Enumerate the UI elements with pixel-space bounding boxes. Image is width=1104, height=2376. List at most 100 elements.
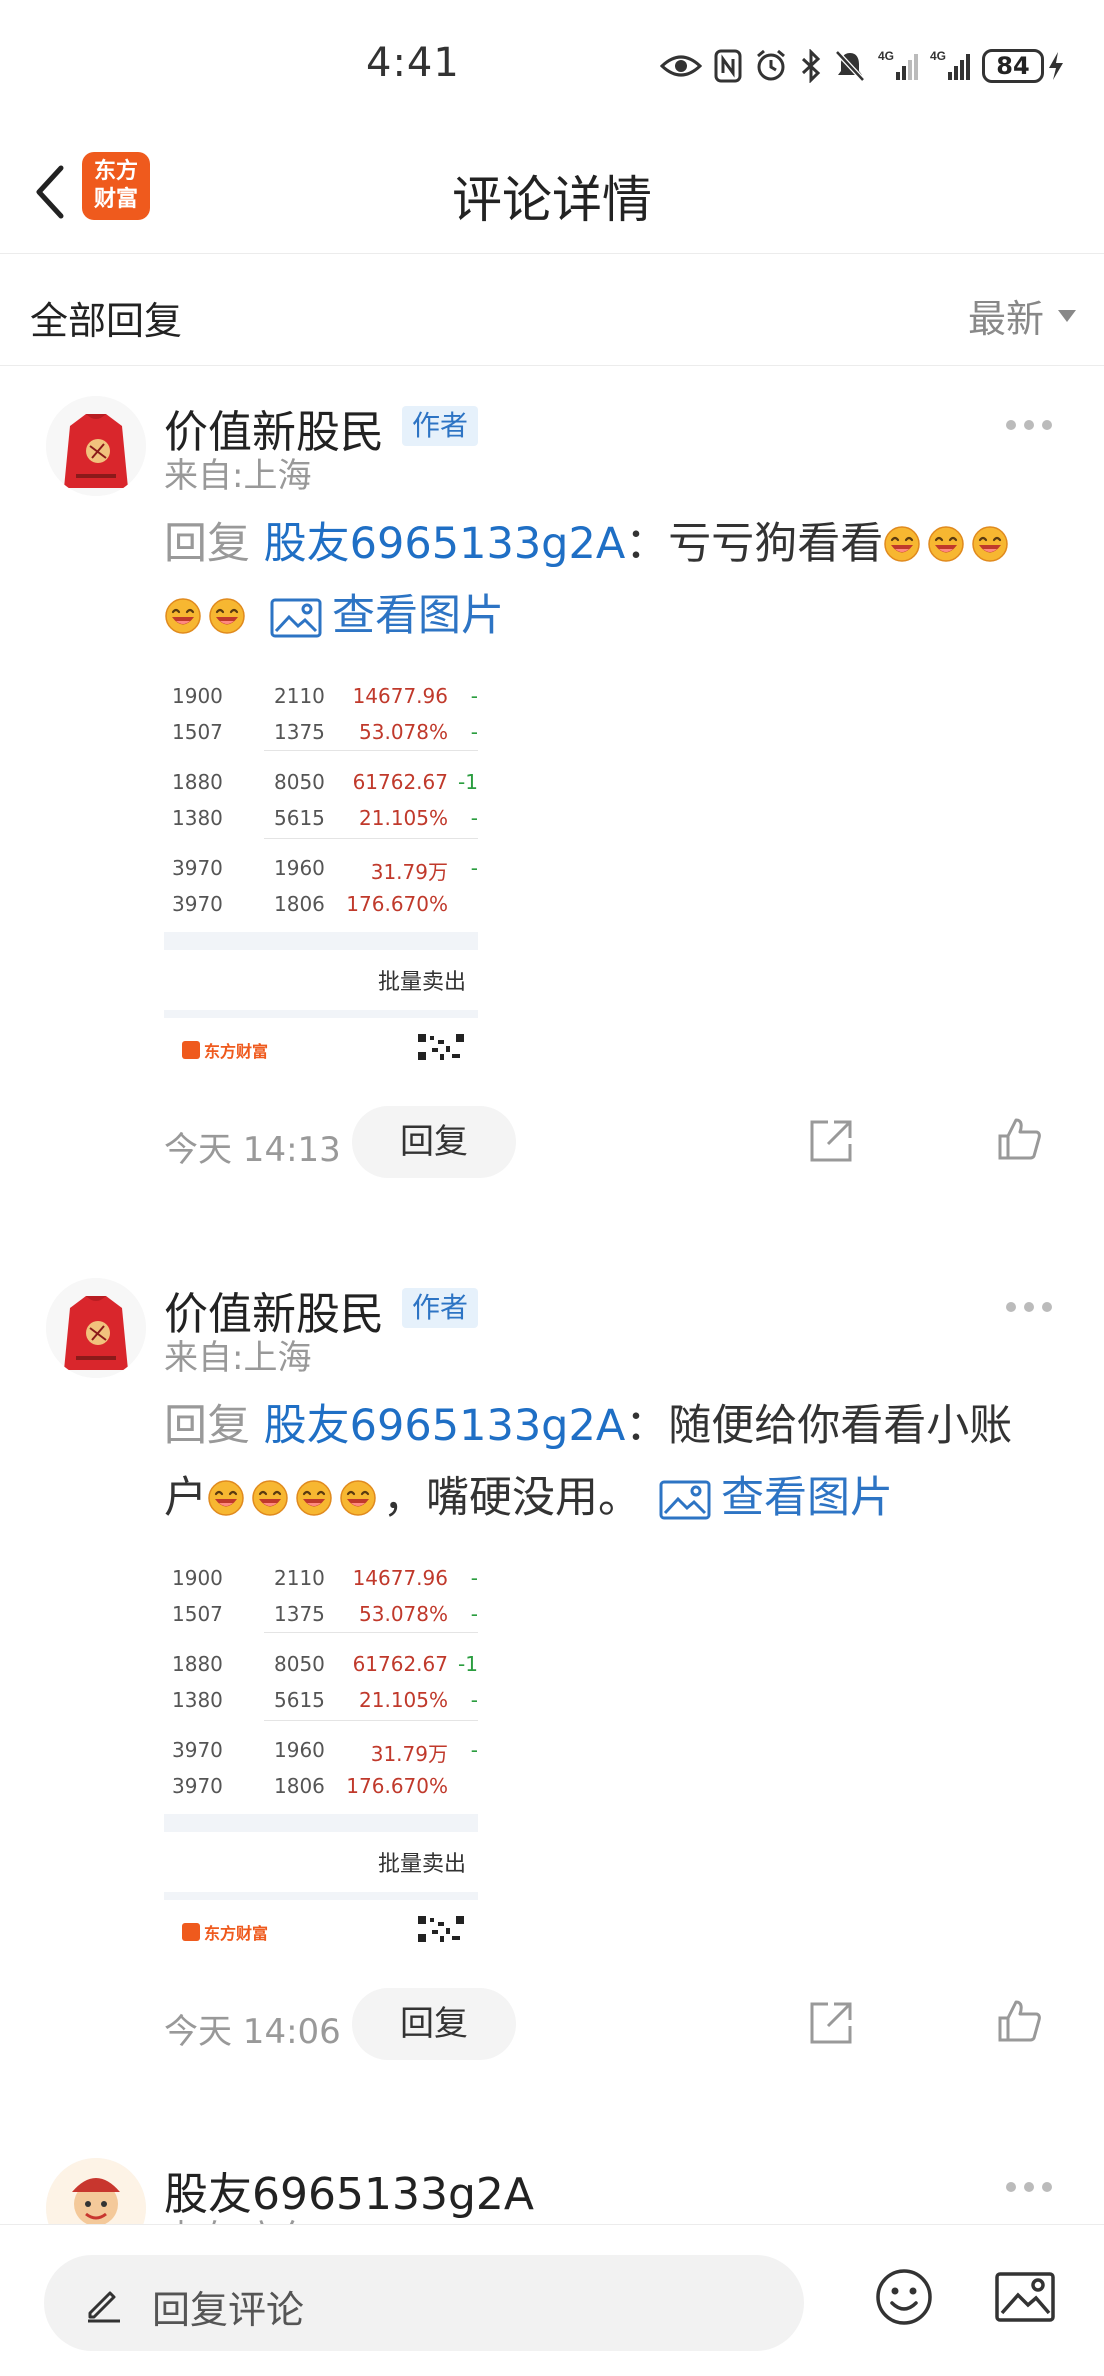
reply-comment-input[interactable]: 回复评论 bbox=[44, 2255, 804, 2351]
status-bar: 4:41 4G 4G 84 bbox=[0, 0, 1104, 130]
holding-row: 1900 2110 14677.96- bbox=[164, 678, 478, 714]
like-button[interactable] bbox=[996, 1116, 1042, 1166]
avatar[interactable] bbox=[46, 1278, 146, 1378]
laughing-emoji-icon bbox=[251, 1467, 289, 1516]
battery-level: 84 bbox=[982, 49, 1044, 83]
reply-user-link[interactable]: 股友6965133g2A bbox=[264, 519, 626, 569]
emoji-group bbox=[207, 1473, 383, 1523]
holding-cell: 1900 bbox=[172, 1566, 223, 1590]
svg-text:4G: 4G bbox=[930, 49, 946, 63]
attached-image[interactable]: 1900 2110 14677.96-1507 1375 53.078% -1880 805… bbox=[164, 668, 478, 1086]
timestamp: 今天 14:13 bbox=[164, 1130, 341, 1170]
holding-cell: - bbox=[470, 1602, 478, 1626]
comment-text: 回复 股友6965133g2A：随便给你看看小账户 ，嘴硬没用。 查看图片 bbox=[164, 1390, 1044, 1534]
reply-prefix: 回复 bbox=[164, 519, 250, 569]
share-icon bbox=[810, 2002, 852, 2044]
holding-cell: 21.105% bbox=[359, 806, 448, 830]
location: 来自:上海 bbox=[164, 1338, 312, 1378]
holding-cell: 1960 bbox=[274, 1738, 325, 1762]
share-button[interactable] bbox=[808, 2000, 854, 2050]
holding-row: 3970 1806 176.670% bbox=[164, 1768, 478, 1804]
view-image-label: 查看图片 bbox=[332, 591, 504, 641]
holding-cell: 1507 bbox=[172, 720, 223, 744]
holding-cell: - bbox=[470, 856, 478, 880]
reply-input-placeholder: 回复评论 bbox=[152, 2288, 305, 2332]
holding-cell: 5615 bbox=[274, 806, 325, 830]
all-replies-label: 全部回复 bbox=[30, 299, 183, 343]
holding-cell: 176.670% bbox=[346, 1774, 448, 1798]
batch-sell-label: 批量卖出 bbox=[377, 970, 466, 995]
share-button[interactable] bbox=[808, 1118, 854, 1168]
view-image-label: 查看图片 bbox=[721, 1473, 893, 1523]
holding-cell: 1880 bbox=[172, 1652, 223, 1676]
thumb-divider bbox=[264, 750, 478, 751]
holding-cell: 8050 bbox=[274, 770, 325, 794]
holding-cell: - bbox=[470, 1566, 478, 1590]
view-image-link[interactable]: 查看图片 bbox=[270, 591, 504, 641]
batch-sell-label: 批量卖出 bbox=[377, 1852, 466, 1877]
share-icon bbox=[810, 1120, 852, 1162]
sort-dropdown[interactable]: 最新 bbox=[968, 288, 1076, 343]
status-time: 4:41 bbox=[366, 40, 460, 86]
holding-cell: 176.670% bbox=[346, 892, 448, 916]
reply-button[interactable]: 回复 bbox=[352, 1988, 516, 2060]
caret-down-icon bbox=[1058, 309, 1076, 322]
holding-cell: 1900 bbox=[172, 684, 223, 708]
holding-cell: 14677.96 bbox=[352, 1566, 448, 1590]
laughing-emoji-icon bbox=[339, 1467, 377, 1516]
holding-row: 1880 8050 61762.67 -1 bbox=[164, 764, 478, 800]
thumbs-up-icon bbox=[998, 1118, 1041, 1160]
holding-cell: 1507 bbox=[172, 1602, 223, 1626]
comment-text-tail: ，嘴硬没用。 bbox=[383, 1473, 641, 1523]
holding-cell: 61762.67 bbox=[352, 770, 448, 794]
holding-cell: - bbox=[470, 1688, 478, 1712]
holding-cell: -1 bbox=[458, 770, 478, 794]
insert-image-button[interactable] bbox=[994, 2271, 1056, 2327]
header: 东方 财富 评论详情 bbox=[0, 130, 1104, 254]
holding-cell: -1 bbox=[458, 1652, 478, 1676]
attached-image[interactable]: 1900 2110 14677.96-1507 1375 53.078% -1880 805… bbox=[164, 1550, 478, 1968]
holding-cell: 21.105% bbox=[359, 1688, 448, 1712]
thumbs-up-icon bbox=[998, 2000, 1041, 2042]
emoji-button[interactable] bbox=[874, 2267, 934, 2331]
holding-cell: 1880 bbox=[172, 770, 223, 794]
holding-cell: 1380 bbox=[172, 806, 223, 830]
nfc-icon bbox=[714, 49, 742, 83]
author-badge: 作者 bbox=[402, 406, 479, 446]
filter-row: 全部回复 最新 bbox=[0, 254, 1104, 366]
comment-item: 价值新股民 作者 来自:上海 回复 股友6965133g2A：随便给你看看小账户… bbox=[0, 1278, 1104, 2060]
holding-cell: 3970 bbox=[172, 856, 223, 880]
laughing-emoji-icon bbox=[927, 513, 965, 562]
more-options-button[interactable] bbox=[1006, 420, 1052, 430]
thumb-separator-bar bbox=[164, 1814, 478, 1832]
image-icon bbox=[659, 1480, 711, 1520]
reply-user-link[interactable]: 股友6965133g2A bbox=[264, 1401, 626, 1451]
reply-button[interactable]: 回复 bbox=[352, 1106, 516, 1178]
holding-row: 3970 1806 176.670% bbox=[164, 886, 478, 922]
sort-label: 最新 bbox=[967, 297, 1044, 341]
like-button[interactable] bbox=[996, 1998, 1042, 2048]
holding-cell: 8050 bbox=[274, 1652, 325, 1676]
holding-cell: 2110 bbox=[274, 684, 325, 708]
holding-cell: 1806 bbox=[274, 892, 325, 916]
more-options-button[interactable] bbox=[1006, 2182, 1052, 2192]
view-image-link[interactable]: 查看图片 bbox=[659, 1473, 893, 1523]
holding-cell: 5615 bbox=[274, 1688, 325, 1712]
holding-cell: 1806 bbox=[274, 1774, 325, 1798]
status-icons: 4G 4G 84 bbox=[660, 44, 1064, 88]
image-icon bbox=[995, 2272, 1055, 2322]
thumb-divider bbox=[264, 838, 478, 839]
comment-item: 股友6965133g2A 来自:广东 bbox=[0, 2158, 1104, 2224]
comment-text: 回复 股友6965133g2A：亏亏狗看看查看图片 bbox=[164, 508, 1044, 652]
more-options-button[interactable] bbox=[1006, 1302, 1052, 1312]
pencil-icon bbox=[88, 2291, 120, 2323]
laughing-emoji-icon bbox=[164, 585, 202, 634]
holding-row: 3970 1960 31.79万 - bbox=[164, 850, 478, 886]
svg-text:4G: 4G bbox=[878, 49, 894, 63]
avatar[interactable] bbox=[46, 396, 146, 496]
laughing-emoji-icon bbox=[207, 1467, 245, 1516]
comment-item: 价值新股民 作者 来自:上海 回复 股友6965133g2A：亏亏狗看看查看图片… bbox=[0, 396, 1104, 1178]
avatar[interactable] bbox=[46, 2158, 146, 2224]
bluetooth-icon bbox=[801, 49, 821, 83]
holding-row: 1880 8050 61762.67 -1 bbox=[164, 1646, 478, 1682]
